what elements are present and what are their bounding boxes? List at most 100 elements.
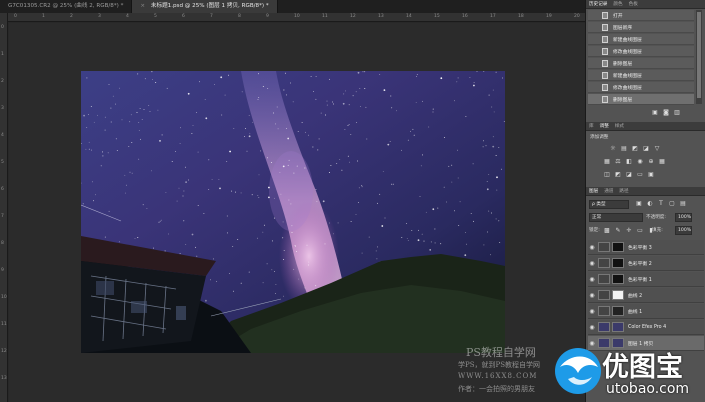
tab-swatches[interactable]: 色板 xyxy=(629,1,638,7)
eye-icon[interactable]: ◉ xyxy=(588,244,596,251)
lock-artboard-icon[interactable]: ▭ xyxy=(637,228,643,234)
posterize-icon[interactable]: ◩ xyxy=(615,172,621,178)
layer-kind-filter[interactable]: ρ 类型 xyxy=(589,200,629,209)
color-balance-icon[interactable]: ⚖ xyxy=(615,159,621,165)
filter-type-icon[interactable]: T xyxy=(658,201,664,207)
history-item[interactable]: 删除图层 xyxy=(588,58,694,69)
history-item[interactable]: 新建曲线图层 xyxy=(588,34,694,45)
history-scrollbar[interactable] xyxy=(696,10,702,104)
lock-move-icon[interactable]: ✛ xyxy=(626,228,632,234)
history-item-label: 新建曲线图层 xyxy=(613,37,642,43)
layer-mask-thumbnail[interactable] xyxy=(612,290,624,300)
eye-icon[interactable]: ◉ xyxy=(588,260,596,267)
history-item[interactable]: 删除图层 xyxy=(588,94,694,105)
filter-pixel-icon[interactable]: ▣ xyxy=(636,201,642,207)
add-adjustment-label: 添加调整 xyxy=(590,135,609,140)
trash-icon[interactable]: ▥ xyxy=(674,110,680,116)
tab-paths[interactable]: 路径 xyxy=(619,188,628,194)
history-item[interactable]: 修改曲线图层 xyxy=(588,82,694,93)
layer-mask-thumbnail[interactable] xyxy=(612,322,624,332)
ruler-tick: 16 xyxy=(462,14,468,19)
layer-thumbnail[interactable] xyxy=(598,242,610,252)
layer-thumbnail[interactable] xyxy=(598,306,610,316)
layer-name[interactable]: Color Efex Pro 4 xyxy=(628,325,666,330)
camera-icon[interactable]: ◙ xyxy=(663,110,669,116)
tab-channels[interactable]: 通道 xyxy=(604,188,613,194)
history-item[interactable]: 修改曲线图层 xyxy=(588,46,694,57)
ruler-top[interactable]: 0 1 2 3 4 5 6 7 8 9 10 11 12 13 14 15 16 17 18 19 20 xyxy=(8,13,585,22)
layer-row[interactable]: ◉ 色彩平衡 2 xyxy=(588,256,704,271)
document-tab-2[interactable]: × 未标题1.psd @ 25% (图层 1 拷贝, RGB/8*) * xyxy=(132,0,278,13)
eye-icon[interactable]: ◉ xyxy=(588,292,596,299)
hue-saturation-icon[interactable]: ▦ xyxy=(604,159,610,165)
ruler-tick: 14 xyxy=(406,14,412,19)
color-lookup-icon[interactable]: ▦ xyxy=(659,159,665,165)
tab-history[interactable]: 历史记录 xyxy=(589,1,607,7)
close-icon[interactable]: × xyxy=(140,3,145,9)
ruler-left[interactable]: 01234567891011121314 xyxy=(0,13,8,402)
gradient-map-icon[interactable]: ▭ xyxy=(637,172,643,178)
ruler-tick: 9 xyxy=(266,14,269,19)
opacity-field[interactable]: 100% xyxy=(675,213,692,222)
filter-adjust-icon[interactable]: ◐ xyxy=(647,201,653,207)
layer-row[interactable]: ◉ 曲线 1 xyxy=(588,304,704,319)
fill-field[interactable]: 100% xyxy=(675,226,692,235)
history-item-label: 新建曲线图层 xyxy=(613,73,642,79)
layer-mask-thumbnail[interactable] xyxy=(612,274,624,284)
layer-thumbnail[interactable] xyxy=(598,258,610,268)
blend-mode-select[interactable]: 正常 xyxy=(589,213,643,222)
eye-icon[interactable]: ◉ xyxy=(588,324,596,331)
layer-row[interactable]: ◉ 曲线 2 xyxy=(588,288,704,303)
tab-libraries[interactable]: 库 xyxy=(589,123,594,129)
layer-thumbnail[interactable] xyxy=(598,274,610,284)
tab-styles[interactable]: 样式 xyxy=(615,123,624,129)
layer-name[interactable]: 色彩平衡 2 xyxy=(628,260,652,267)
snapshot-icon[interactable]: ▣ xyxy=(652,110,658,116)
layer-thumbnail[interactable] xyxy=(598,290,610,300)
lock-transparent-icon[interactable]: ▩ xyxy=(604,228,610,234)
brightness-icon[interactable]: ☼ xyxy=(610,146,616,152)
history-item[interactable]: 图层新序 xyxy=(588,22,694,33)
tab-color[interactable]: 颜色 xyxy=(613,1,622,7)
levels-icon[interactable]: ▤ xyxy=(621,146,627,152)
layer-mask-thumbnail[interactable] xyxy=(612,258,624,268)
scroll-thumb[interactable] xyxy=(697,12,701,98)
channel-mixer-icon[interactable]: ⊕ xyxy=(648,159,654,165)
layer-name[interactable]: 色彩平衡 3 xyxy=(628,244,652,251)
layer-row[interactable]: ◉ 色彩平衡 1 xyxy=(588,272,704,287)
history-item[interactable]: 新建曲线图层 xyxy=(588,70,694,81)
document-tab-1[interactable]: G7C01305.CR2 @ 25% (曲线 2, RGB/8*) * xyxy=(0,0,133,13)
photo-filter-icon[interactable]: ◉ xyxy=(637,159,643,165)
ruler-tick: 12 xyxy=(350,14,356,19)
eye-icon[interactable]: ◉ xyxy=(588,276,596,283)
lock-brush-icon[interactable]: ✎ xyxy=(615,228,621,234)
history-panel-tabs: 历史记录 颜色 色板 xyxy=(586,0,705,9)
ruler-tick: 11 xyxy=(322,14,328,19)
layer-filter-icons: ▣ ◐ T ▢ ▤ xyxy=(636,201,686,207)
adjust-icons-row-2: ▦ ⚖ ◧ ◉ ⊕ ▦ xyxy=(604,159,665,165)
history-item[interactable]: 打开 xyxy=(588,10,694,21)
layer-name[interactable]: 曲线 2 xyxy=(628,292,642,299)
curves-icon[interactable]: ◩ xyxy=(632,146,638,152)
layer-row[interactable]: ◉ 色彩平衡 3 xyxy=(588,240,704,255)
layer-mask-thumbnail[interactable] xyxy=(612,242,624,252)
layer-row[interactable]: ◉ Color Efex Pro 4 xyxy=(588,320,704,335)
layer-name[interactable]: 曲线 1 xyxy=(628,308,642,315)
layer-name[interactable]: 色彩平衡 1 xyxy=(628,276,652,283)
tab-adjustments[interactable]: 调整 xyxy=(600,123,609,129)
black-white-icon[interactable]: ◧ xyxy=(626,159,632,165)
vibrance-icon[interactable]: ▽ xyxy=(654,146,660,152)
layer-thumbnail[interactable] xyxy=(598,322,610,332)
invert-icon[interactable]: ◫ xyxy=(604,172,610,178)
filter-shape-icon[interactable]: ▢ xyxy=(669,201,675,207)
tab-layers[interactable]: 图层 xyxy=(589,188,598,194)
filter-smart-icon[interactable]: ▤ xyxy=(680,201,686,207)
ruler-tick: 0 xyxy=(1,25,4,30)
document-icon xyxy=(602,47,608,55)
threshold-icon[interactable]: ◪ xyxy=(626,172,632,178)
selective-color-icon[interactable]: ▣ xyxy=(648,172,654,178)
eye-icon[interactable]: ◉ xyxy=(588,308,596,315)
layer-mask-thumbnail[interactable] xyxy=(612,306,624,316)
starry-night-photo[interactable] xyxy=(81,71,505,353)
exposure-icon[interactable]: ◪ xyxy=(643,146,649,152)
